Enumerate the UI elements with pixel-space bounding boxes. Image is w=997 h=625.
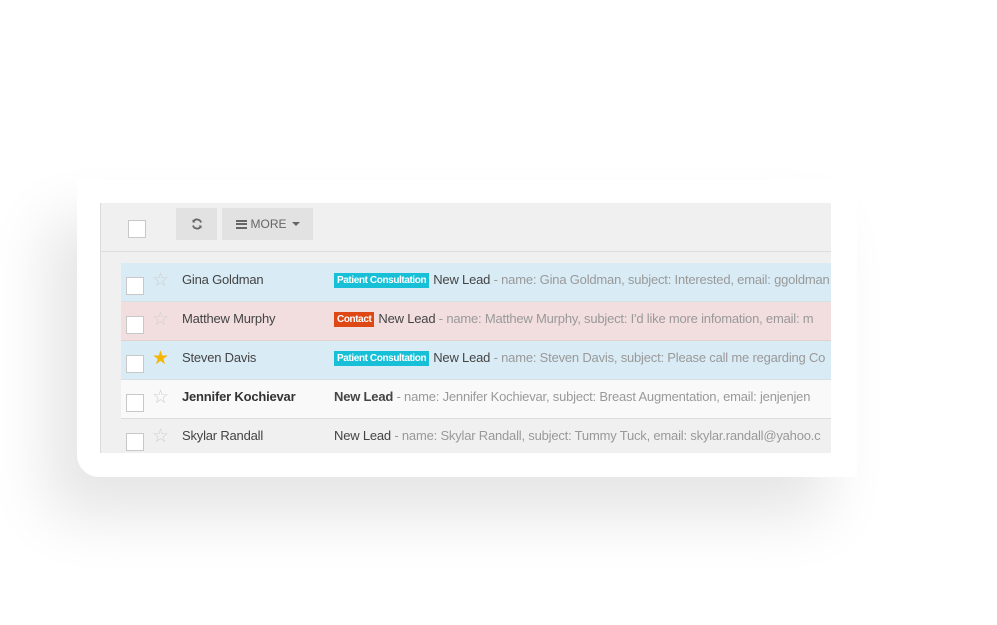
inbox-toolbar: MORE [101,203,831,252]
label-badge: Patient Consultation [334,351,430,366]
message-subject: New Lead [378,311,436,326]
message-summary: Patient Consultation New Lead - name: Gin… [334,272,830,288]
sender-name: Jennifer Kochievar [182,389,296,404]
row-checkbox[interactable] [126,394,144,412]
row-checkbox[interactable] [126,277,144,295]
message-subject: New Lead [334,428,391,443]
star-outline-icon[interactable]: ☆ [152,271,169,291]
message-subject: New Lead [433,350,491,365]
message-preview: - name: Jennifer Kochievar, subject: Bre… [393,389,811,404]
message-row[interactable]: ☆ Jennifer Kochievar New Lead - name: Je… [121,380,831,419]
message-row[interactable]: ★ Steven Davis Patient Consultation New L… [121,341,831,380]
star-outline-icon[interactable]: ☆ [152,427,169,447]
row-checkbox[interactable] [126,355,144,373]
label-badge: Contact [334,312,375,327]
message-subject: New Lead [334,389,394,404]
star-outline-icon[interactable]: ☆ [152,310,169,330]
row-checkbox[interactable] [126,433,144,451]
sender-name: Skylar Randall [182,428,264,443]
message-preview: - name: Matthew Murphy, subject: I'd lik… [435,311,814,326]
message-summary: New Lead - name: Skylar Randall, subject… [334,428,821,443]
message-subject: New Lead [433,272,491,287]
star-outline-icon[interactable]: ☆ [152,388,169,408]
message-preview: - name: Skylar Randall, subject: Tummy T… [390,428,821,443]
select-all-checkbox[interactable] [128,220,146,238]
message-summary: New Lead - name: Jennifer Kochievar, sub… [334,389,810,404]
inbox-panel: MORE ☆ Gina Goldman Patient Consultation… [100,203,831,453]
refresh-icon [191,218,202,230]
message-row[interactable]: ☆ Matthew Murphy Contact New Lead - name:… [121,302,831,341]
message-preview: - name: Steven Davis, subject: Please ca… [490,350,826,365]
more-label: MORE [250,217,287,231]
message-row[interactable]: ☆ Skylar Randall New Lead - name: Skylar… [121,419,831,453]
message-preview: - name: Gina Goldman, subject: Intereste… [490,272,830,287]
caret-down-icon [291,222,300,226]
more-dropdown-button[interactable]: MORE [222,208,313,240]
sender-name: Gina Goldman [182,272,264,287]
refresh-button[interactable] [176,208,217,240]
message-list: ☆ Gina Goldman Patient Consultation New L… [121,263,831,453]
message-summary: Patient Consultation New Lead - name: Ste… [334,350,825,366]
label-badge: Patient Consultation [334,273,430,288]
list-icon [235,219,247,229]
star-filled-icon[interactable]: ★ [152,349,169,369]
message-row[interactable]: ☆ Gina Goldman Patient Consultation New L… [121,263,831,302]
sender-name: Steven Davis [182,350,257,365]
row-checkbox[interactable] [126,316,144,334]
message-summary: Contact New Lead - name: Matthew Murphy, … [334,311,814,327]
sender-name: Matthew Murphy [182,311,276,326]
